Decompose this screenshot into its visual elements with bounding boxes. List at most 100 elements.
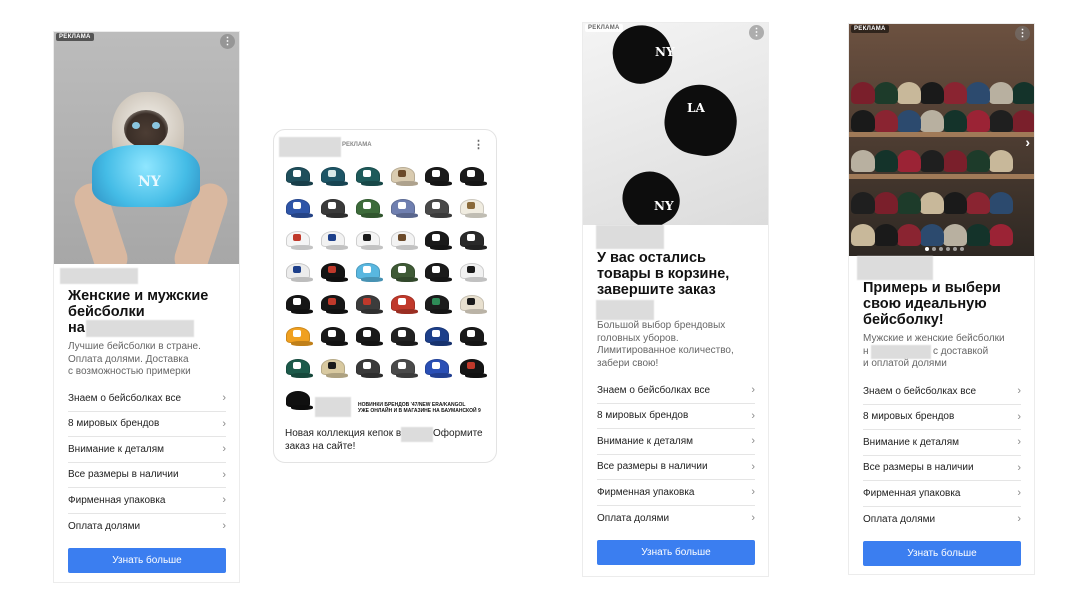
redacted-text <box>86 320 194 337</box>
sitelink[interactable]: Внимание к деталям › <box>597 429 755 455</box>
cap-thumbnail <box>388 293 420 317</box>
ad-card-2[interactable]: РЕКЛАМА ⋮ НОВИНКИ БРЕНДОВ '47/NEW ERA/KA… <box>273 129 497 463</box>
chevron-right-icon: › <box>222 392 226 405</box>
shelf-cap <box>943 82 967 104</box>
cap-thumbnail <box>457 197 489 221</box>
ad-1-photo-cat-in-cap[interactable]: NY РЕКЛАМА ⋮ <box>54 32 239 264</box>
learn-more-button[interactable]: Узнать больше <box>863 541 1021 566</box>
redacted-text <box>596 300 654 320</box>
chevron-right-icon: › <box>1017 513 1021 526</box>
shelf-cap <box>897 192 921 214</box>
learn-more-button[interactable]: Узнать больше <box>68 548 226 573</box>
sitelink[interactable]: Внимание к деталям › <box>863 430 1021 456</box>
cap-thumbnail <box>283 357 315 381</box>
cap-thumbnail <box>353 261 385 285</box>
more-options-button[interactable]: ⋮ <box>749 25 764 40</box>
ad-2-caption[interactable]: Новая коллекция кепок в Оформите заказ н… <box>285 427 490 453</box>
more-options-button[interactable]: ⋮ <box>220 34 235 49</box>
shelf-cap <box>920 192 944 214</box>
cap-thumbnail <box>318 261 350 285</box>
sitelink[interactable]: Знаем о бейсболках все › <box>597 378 755 404</box>
ny-logo: NY <box>655 45 675 59</box>
carousel-dot[interactable] <box>946 247 950 251</box>
shelf-cap <box>966 82 990 104</box>
ad-card-4[interactable]: РЕКЛАМА ⋮ › Примерь и выбери свою идеаль… <box>848 23 1035 575</box>
shelf-cap <box>989 192 1013 214</box>
redacted-domain <box>857 256 933 280</box>
sitelink[interactable]: Оплата долями › <box>68 514 226 540</box>
cap-thumbnail <box>353 357 385 381</box>
more-options-button[interactable]: ⋮ <box>1015 26 1030 41</box>
cap-thumbnail <box>388 325 420 349</box>
sitelink[interactable]: 8 мировых брендов › <box>863 405 1021 430</box>
carousel-dot[interactable] <box>932 247 936 251</box>
redacted-logo <box>315 397 351 417</box>
ad-card-1[interactable]: NY РЕКЛАМА ⋮ Женские и мужские бейсболки… <box>53 31 240 583</box>
sitelink[interactable]: Все размеры в наличии › <box>68 463 226 488</box>
sitelink[interactable]: Фирменная упаковка › <box>597 480 755 506</box>
shelf-cap <box>874 192 898 214</box>
carousel-dot[interactable] <box>960 247 964 251</box>
cap-thumbnail <box>457 357 489 381</box>
caps-collage[interactable] <box>283 165 489 413</box>
sitelink[interactable]: Знаем о бейсболках все › <box>863 379 1021 405</box>
cap-thumbnail <box>318 325 350 349</box>
sitelink[interactable]: Фирменная упаковка › <box>863 481 1021 507</box>
sitelink[interactable]: Все размеры в наличии › <box>597 455 755 480</box>
cap-thumbnail <box>318 293 350 317</box>
shelf-cap <box>966 150 990 172</box>
carousel-dot[interactable] <box>953 247 957 251</box>
carousel-dot[interactable] <box>925 247 929 251</box>
ad-card-3[interactable]: NY LA NY РЕКЛАМА ⋮ У вас остались товары… <box>582 22 769 577</box>
ad-3-headline[interactable]: У вас остались товары в корзине, заверши… <box>597 250 762 298</box>
chevron-right-icon: › <box>222 417 226 430</box>
ad-label: РЕКЛАМА <box>851 25 889 33</box>
cap-thumbnail <box>388 229 420 253</box>
sitelink[interactable]: Оплата долями › <box>863 507 1021 533</box>
ad-label: РЕКЛАМА <box>585 24 623 32</box>
cap-thumbnail <box>283 389 315 413</box>
sitelink[interactable]: 8 мировых брендов › <box>68 412 226 437</box>
sitelink[interactable]: Знаем о бейсболках все › <box>68 386 226 412</box>
ad-3-sitelinks: Знаем о бейсболках все › 8 мировых брендо… <box>597 378 755 531</box>
carousel-dots[interactable] <box>925 247 964 251</box>
carousel-dot[interactable] <box>939 247 943 251</box>
chevron-right-icon: › <box>751 384 755 397</box>
la-logo: LA <box>687 101 705 115</box>
ad-4-sitelinks: Знаем о бейсболках все › 8 мировых брендо… <box>863 379 1021 532</box>
cat-face <box>124 110 168 148</box>
shelf-cap <box>943 150 967 172</box>
sitelink[interactable]: Все размеры в наличии › <box>863 456 1021 481</box>
next-slide-arrow-icon[interactable]: › <box>1025 134 1030 150</box>
chevron-right-icon: › <box>751 435 755 448</box>
ad-4-photo-cap-shelves[interactable]: РЕКЛАМА ⋮ › <box>849 24 1034 256</box>
redacted-text <box>401 427 433 442</box>
shelf-cap <box>851 224 875 246</box>
sitelink[interactable]: Фирменная упаковка › <box>68 488 226 514</box>
black-cap <box>659 79 743 161</box>
shelf <box>849 174 1034 179</box>
ad-4-headline[interactable]: Примерь и выбери свою идеальную бейсболк… <box>863 280 1028 328</box>
sitelink[interactable]: Оплата долями › <box>597 506 755 532</box>
ad-1-headline[interactable]: Женские и мужские бейсболки на <box>68 288 233 337</box>
ad-3-photo-black-caps[interactable]: NY LA NY РЕКЛАМА ⋮ <box>583 23 768 225</box>
sitelink[interactable]: 8 мировых брендов › <box>597 404 755 429</box>
shelf-cap <box>874 82 898 104</box>
chevron-right-icon: › <box>751 460 755 473</box>
learn-more-button[interactable]: Узнать больше <box>597 540 755 565</box>
redacted-domain <box>60 268 138 284</box>
cap-thumbnail <box>283 293 315 317</box>
more-options-button[interactable]: ⋮ <box>473 138 484 151</box>
shelf-cap <box>1012 110 1034 132</box>
shelf-cap <box>1012 82 1034 104</box>
cap-thumbnail <box>422 293 454 317</box>
sitelink[interactable]: Внимание к деталям › <box>68 437 226 463</box>
cap-thumbnail <box>388 357 420 381</box>
redacted-logo <box>279 137 341 157</box>
chevron-right-icon: › <box>751 486 755 499</box>
shelf-cap <box>966 192 990 214</box>
cap-thumbnail <box>457 165 489 189</box>
cap-thumbnail <box>422 325 454 349</box>
shelf-cap <box>851 110 875 132</box>
redacted-text <box>871 344 931 359</box>
